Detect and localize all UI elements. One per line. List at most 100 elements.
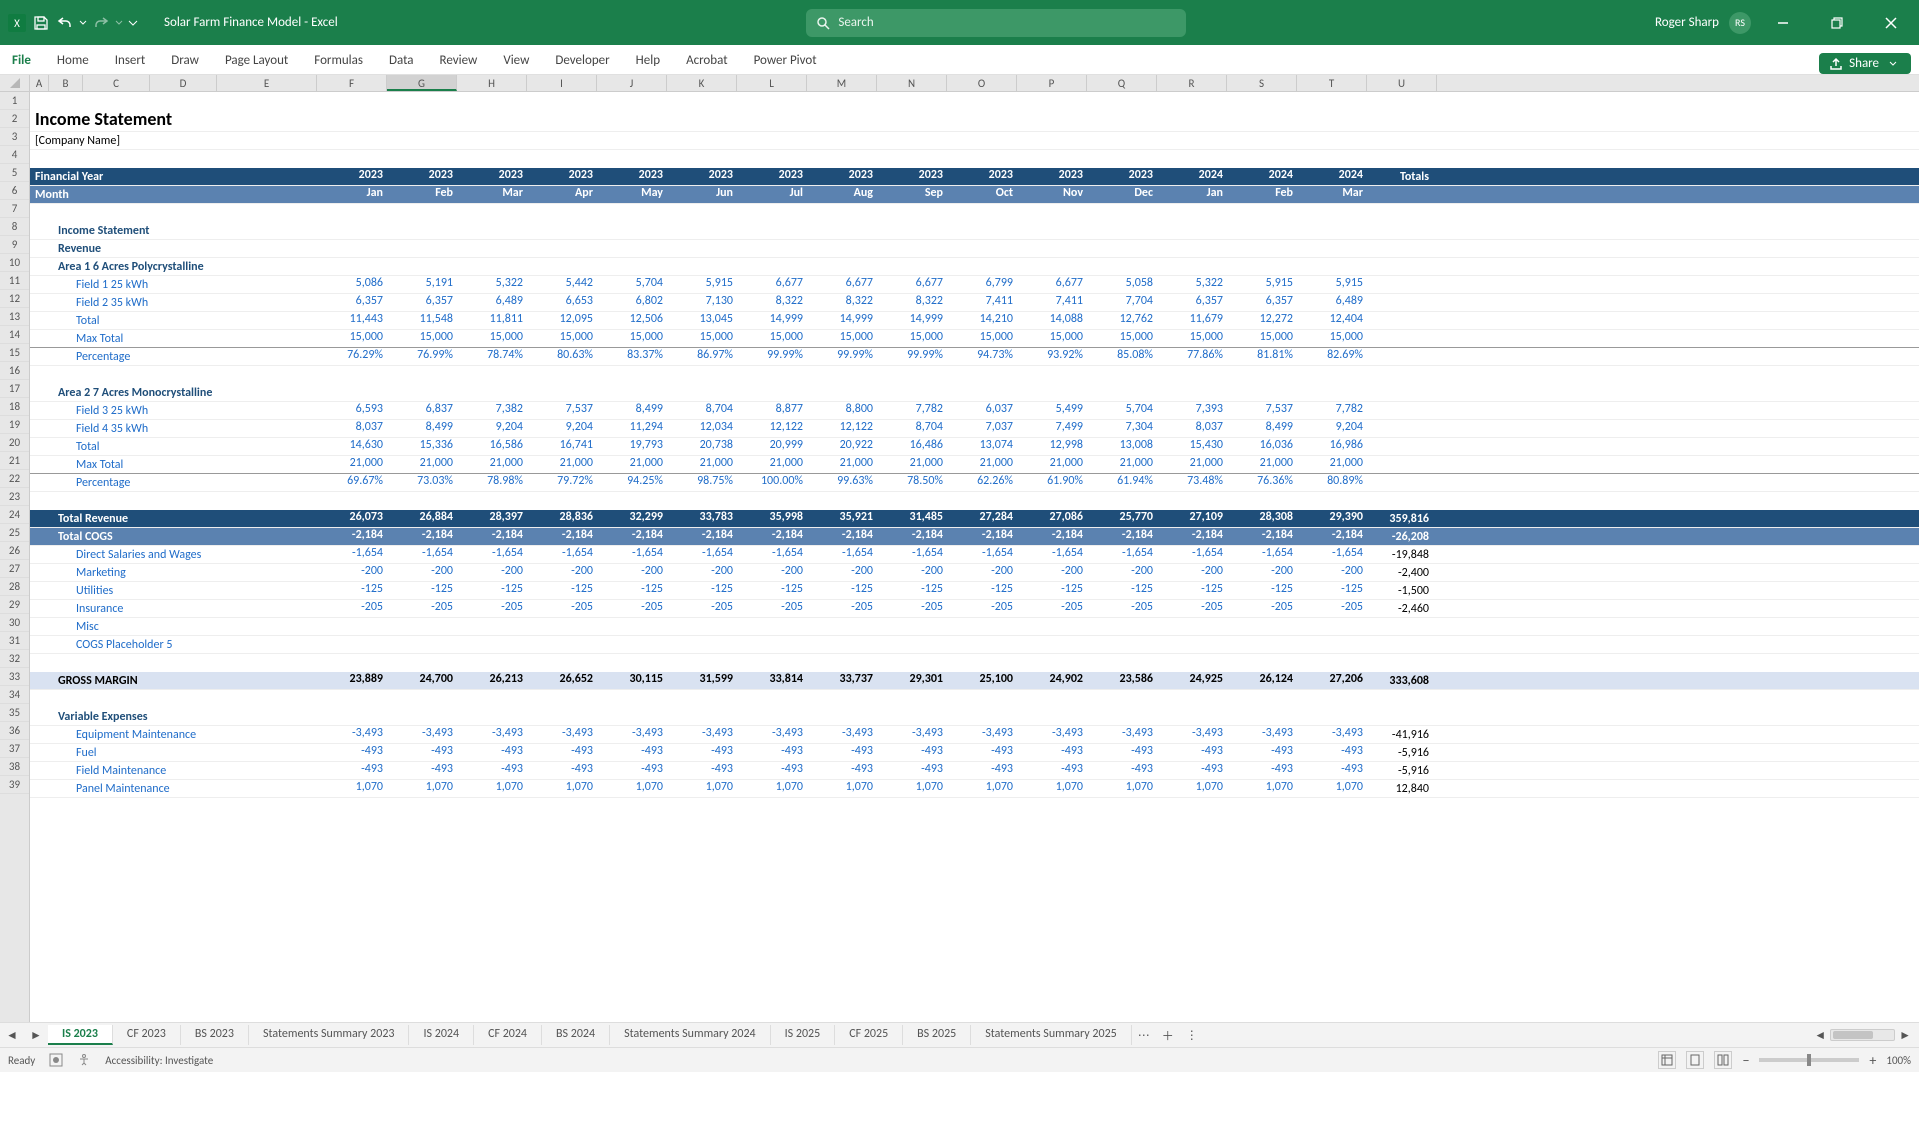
cell[interactable]: -2,184	[667, 528, 737, 545]
undo-dropdown-icon[interactable]	[78, 12, 88, 34]
cell[interactable]: 83.37%	[597, 348, 667, 365]
row-label[interactable]: Area 1 6 Acres Polycrystalline	[30, 258, 317, 275]
cell[interactable]: 9,204	[457, 420, 527, 437]
cell[interactable]: 15,000	[317, 330, 387, 347]
row-label[interactable]: Field 2 35 kWh	[30, 294, 317, 311]
cell[interactable]: -200	[667, 564, 737, 581]
cell[interactable]: 11,679	[1157, 312, 1227, 329]
cell-total[interactable]: 333,608	[1367, 672, 1437, 689]
row-label[interactable]: Utilities	[30, 582, 317, 599]
cell[interactable]: -1,654	[947, 546, 1017, 563]
cell-total[interactable]	[1367, 348, 1437, 365]
col-header-M[interactable]: M	[807, 75, 877, 91]
cell[interactable]: -1,654	[1087, 546, 1157, 563]
cell[interactable]: 13,045	[667, 312, 737, 329]
cell[interactable]: 28,308	[1227, 510, 1297, 527]
cell[interactable]: 14,999	[737, 312, 807, 329]
cell[interactable]: -1,654	[1017, 546, 1087, 563]
cell[interactable]: -493	[1227, 744, 1297, 761]
cell[interactable]: -2,184	[877, 528, 947, 545]
cell[interactable]: -493	[1227, 762, 1297, 779]
cell[interactable]: 7,411	[947, 294, 1017, 311]
cell[interactable]: 12,095	[527, 312, 597, 329]
cell[interactable]: -1,654	[457, 546, 527, 563]
cell[interactable]: 8,322	[737, 294, 807, 311]
cell[interactable]: 15,000	[877, 330, 947, 347]
cell[interactable]: -200	[947, 564, 1017, 581]
cell[interactable]: -493	[1157, 744, 1227, 761]
col-header-F[interactable]: F	[317, 75, 387, 91]
cell[interactable]: 1,070	[667, 780, 737, 797]
cell[interactable]: 27,206	[1297, 672, 1367, 689]
cell[interactable]: -125	[1017, 582, 1087, 599]
cell[interactable]: 61.90%	[1017, 474, 1087, 491]
ribbon-tab-draw[interactable]: Draw	[167, 49, 203, 74]
cell[interactable]: -205	[527, 600, 597, 617]
row-label[interactable]: Field 3 25 kWh	[30, 402, 317, 419]
cell[interactable]: -1,654	[737, 546, 807, 563]
cell-total[interactable]: -2,460	[1367, 600, 1437, 617]
sheet-tab[interactable]: CF 2025	[835, 1025, 903, 1045]
row-label[interactable]: Max Total	[30, 330, 317, 347]
cell[interactable]: 8,877	[737, 402, 807, 419]
cell[interactable]: 7,393	[1157, 402, 1227, 419]
maximize-icon[interactable]	[1815, 1, 1859, 45]
row-label[interactable]: Area 2 7 Acres Monocrystalline	[30, 384, 317, 401]
cell[interactable]: -200	[1087, 564, 1157, 581]
cell[interactable]: -493	[597, 744, 667, 761]
cell[interactable]: -205	[737, 600, 807, 617]
cell[interactable]: 15,000	[807, 330, 877, 347]
cell[interactable]: 26,652	[527, 672, 597, 689]
cell[interactable]: 8,037	[317, 420, 387, 437]
cell[interactable]: -3,493	[737, 726, 807, 743]
cell[interactable]: 16,986	[1297, 438, 1367, 455]
share-dropdown-icon[interactable]	[1889, 60, 1897, 68]
cell[interactable]: -125	[877, 582, 947, 599]
view-pagebreak-icon[interactable]	[1714, 1051, 1732, 1069]
select-all-corner[interactable]	[0, 75, 30, 91]
cell[interactable]: 15,000	[1017, 330, 1087, 347]
cell[interactable]: -493	[877, 762, 947, 779]
cell-total[interactable]	[1367, 276, 1437, 293]
cell[interactable]: 29,390	[1297, 510, 1367, 527]
cell[interactable]: 1,070	[1297, 780, 1367, 797]
cell[interactable]: 6,357	[1227, 294, 1297, 311]
row-header-34[interactable]: 34	[0, 686, 29, 704]
cell[interactable]: -125	[737, 582, 807, 599]
cell[interactable]: 6,837	[387, 402, 457, 419]
cell[interactable]: 80.89%	[1297, 474, 1367, 491]
cell[interactable]: -2,184	[1297, 528, 1367, 545]
cell[interactable]: 61.94%	[1087, 474, 1157, 491]
cell[interactable]: 27,086	[1017, 510, 1087, 527]
cell[interactable]: -493	[667, 744, 737, 761]
cell[interactable]: -1,654	[1227, 546, 1297, 563]
cell[interactable]: 15,000	[1157, 330, 1227, 347]
cell[interactable]: 85.08%	[1087, 348, 1157, 365]
cell[interactable]: 21,000	[317, 456, 387, 473]
cell[interactable]: -3,493	[947, 726, 1017, 743]
cell[interactable]: 26,124	[1227, 672, 1297, 689]
cell[interactable]: 73.03%	[387, 474, 457, 491]
cell[interactable]: 21,000	[527, 456, 597, 473]
cell[interactable]: 12,998	[1017, 438, 1087, 455]
zoom-out-icon[interactable]: −	[1742, 1052, 1749, 1069]
cell-total[interactable]: 12,840	[1367, 780, 1437, 797]
cell[interactable]: 6,593	[317, 402, 387, 419]
cell[interactable]: -2,184	[947, 528, 1017, 545]
cell[interactable]: 15,000	[737, 330, 807, 347]
row-header-2[interactable]: 2	[0, 110, 29, 128]
cell[interactable]: -1,654	[807, 546, 877, 563]
cell[interactable]: 78.50%	[877, 474, 947, 491]
cell[interactable]: 35,998	[737, 510, 807, 527]
cell[interactable]: 62.26%	[947, 474, 1017, 491]
cell[interactable]: 99.99%	[877, 348, 947, 365]
ribbon-tab-file[interactable]: File	[8, 49, 35, 74]
undo-icon[interactable]	[54, 12, 76, 34]
cell[interactable]: 27,284	[947, 510, 1017, 527]
cell-total[interactable]	[1367, 312, 1437, 329]
cell-total[interactable]: -19,848	[1367, 546, 1437, 563]
cell[interactable]: -125	[387, 582, 457, 599]
cell[interactable]: 6,802	[597, 294, 667, 311]
col-header-R[interactable]: R	[1157, 75, 1227, 91]
cell[interactable]: 5,704	[597, 276, 667, 293]
